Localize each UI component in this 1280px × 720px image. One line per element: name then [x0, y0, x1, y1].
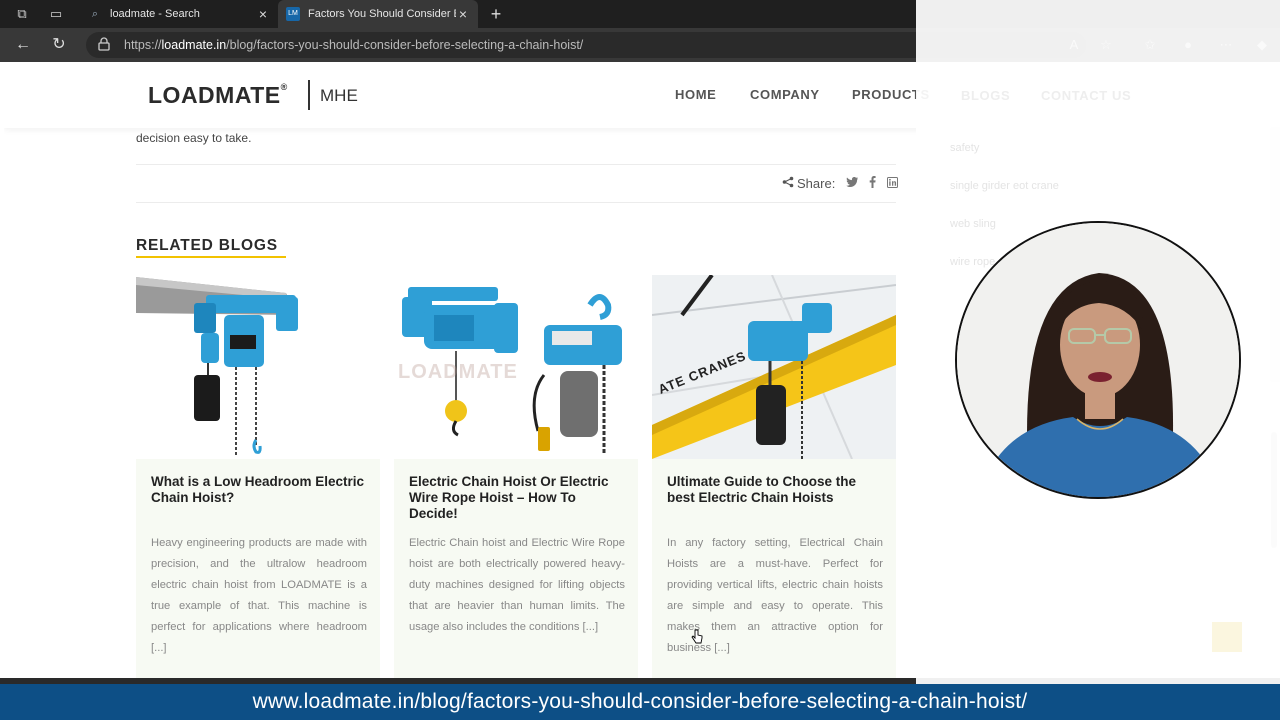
blog-card-image[interactable]: LOADMATE: [394, 275, 638, 459]
url-domain: loadmate.in: [161, 38, 227, 52]
nav-blogs[interactable]: BLOGS: [961, 88, 1010, 103]
twitter-icon[interactable]: [846, 177, 859, 190]
nav-home[interactable]: HOME: [675, 87, 716, 102]
divider: [136, 202, 896, 203]
related-blogs-heading: RELATED BLOGS: [136, 237, 278, 254]
url-path: /blog/factors-you-should-consider-before…: [226, 38, 584, 52]
search-icon: ⌕: [91, 8, 99, 20]
logo-text: LOADMATE: [148, 82, 281, 108]
new-tab-plus-icon[interactable]: +: [486, 4, 506, 24]
blog-card-title[interactable]: Ultimate Guide to Choose the best Electr…: [667, 474, 883, 506]
tab-actions-icon[interactable]: ▭: [48, 6, 64, 22]
close-icon[interactable]: ×: [456, 6, 470, 22]
nav-contact-us[interactable]: CONTACT US: [1041, 88, 1131, 103]
sidebar-tag[interactable]: safety: [950, 142, 979, 154]
logo-registered-mark: ®: [280, 82, 288, 92]
sidebar-tag[interactable]: single girder eot crane: [950, 180, 1059, 192]
blog-card-image[interactable]: [136, 275, 380, 459]
nav-company[interactable]: COMPANY: [750, 87, 820, 102]
blog-card[interactable]: ATE CRANES Ultimate Guide to Choose the …: [652, 275, 896, 678]
blog-card-title[interactable]: Electric Chain Hoist Or Electric Wire Ro…: [409, 474, 625, 522]
share-bar: Share:: [782, 176, 899, 191]
workspaces-icon[interactable]: ⧉: [14, 6, 30, 22]
site-logo[interactable]: LOADMATE®: [148, 82, 288, 109]
blog-card-image[interactable]: ATE CRANES: [652, 275, 896, 459]
share-label: Share:: [797, 176, 836, 191]
url-text[interactable]: https://loadmate.in/blog/factors-you-sho…: [124, 38, 583, 52]
logo-sub: MHE: [320, 86, 358, 105]
blog-card-excerpt: Electric Chain hoist and Electric Wire R…: [409, 537, 625, 633]
blog-card[interactable]: LOADMATE Electric Chain Hoist Or Electri…: [394, 275, 638, 678]
close-icon[interactable]: ×: [256, 6, 270, 22]
blog-card-title[interactable]: What is a Low Headroom Electric Chain Ho…: [151, 474, 367, 506]
share-icon: [782, 176, 794, 191]
tab-search[interactable]: ⌕ loadmate - Search ×: [80, 0, 278, 28]
sidebar-tag[interactable]: web sling: [950, 218, 996, 230]
article-text: decision easy to take.: [136, 131, 252, 145]
facebook-icon[interactable]: [869, 176, 876, 191]
url-scheme: https://: [124, 38, 162, 52]
image-watermark: LOADMATE: [398, 361, 518, 383]
site-favicon-icon: LM: [286, 7, 300, 21]
blog-card-excerpt: Heavy engineering products are made with…: [151, 537, 367, 654]
tab-active-article[interactable]: LM Factors You Should Consider Befo ×: [278, 0, 478, 28]
video-url-banner: www.loadmate.in/blog/factors-you-should-…: [0, 684, 1280, 720]
logo-divider: [308, 80, 310, 110]
presenter-webcam: [955, 221, 1241, 499]
blog-card[interactable]: What is a Low Headroom Electric Chain Ho…: [136, 275, 380, 678]
back-arrow-icon[interactable]: ←: [14, 36, 32, 54]
divider: [136, 164, 896, 165]
heading-underline: [136, 256, 286, 258]
tab-title: Factors You Should Consider Befo: [308, 8, 456, 20]
sidebar-tag[interactable]: wire rope: [950, 256, 995, 268]
banner-url-text: www.loadmate.in/blog/factors-you-should-…: [252, 690, 1028, 713]
hand-cursor-icon: [691, 629, 703, 644]
scroll-to-top-button[interactable]: [1212, 622, 1242, 652]
tab-title: loadmate - Search: [110, 8, 200, 20]
refresh-icon[interactable]: ↻: [50, 36, 68, 54]
lock-icon: [98, 37, 112, 53]
linkedin-icon[interactable]: [887, 176, 899, 191]
